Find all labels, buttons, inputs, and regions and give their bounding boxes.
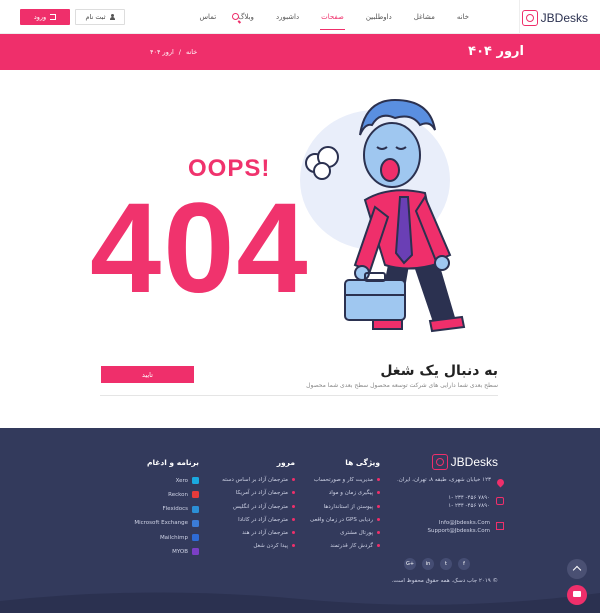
top-header: JBDesks خانه مشاغل داوطلبین صفحات داشبور…: [0, 0, 600, 34]
phone-1[interactable]: ۷۸۹۰ ۴۵۶- ۲۳۴ -۱: [448, 495, 490, 501]
nav-jobs[interactable]: مشاغل: [403, 9, 446, 25]
breadcrumb-current: ارور ۴۰۴: [150, 48, 174, 56]
phone-icon: [496, 497, 504, 505]
features-link[interactable]: گردش کار قدرتمند: [310, 543, 380, 549]
footer-logo-text: JBDesks: [450, 455, 498, 469]
login-button[interactable]: ورود: [20, 9, 70, 25]
login-label: ورود: [33, 13, 47, 21]
page-title-band: ارور ۴۰۴ خانه / ارور ۴۰۴: [0, 34, 600, 70]
apps-title: برنامه و ادغام: [146, 458, 199, 467]
scroll-to-top-button[interactable]: [567, 559, 587, 579]
footer-emails: Info@Jbdesks.Com Support@Jbdesks.Com: [389, 520, 504, 536]
error-illustration: OOPS! 404: [90, 85, 470, 340]
features-link[interactable]: پیوستن از استانداردها: [310, 504, 380, 510]
browse-link[interactable]: پیدا کردن شغل: [222, 543, 295, 549]
app-link-myob[interactable]: MYOB: [134, 548, 199, 556]
browse-link[interactable]: مترجمان آزاد در هند: [222, 530, 295, 536]
job-search-button[interactable]: تایید: [101, 366, 194, 383]
breadcrumb-separator: /: [178, 48, 181, 56]
facebook-icon[interactable]: f: [458, 558, 470, 570]
logo-text: JBDesks: [540, 11, 588, 25]
footer-features-column: ویژگی ها مدیریت کار و صورتحساب پیگیری زم…: [310, 458, 380, 557]
header-divider: [519, 0, 520, 34]
myob-icon: [192, 548, 199, 556]
register-button[interactable]: ثبت نام: [75, 9, 125, 25]
footer-browse-column: مرور مترجمان آزاد بر اساس دسته مترجمان آ…: [222, 458, 295, 557]
phone-2[interactable]: ۷۸۹۰ ۴۵۶- ۲۳۴ -۱: [448, 503, 490, 509]
twitter-icon[interactable]: t: [440, 558, 452, 570]
chat-button[interactable]: [567, 585, 587, 605]
footer-wave: [0, 592, 600, 613]
features-link[interactable]: ردیابی GPS در زمان واقعی: [310, 517, 380, 523]
site-footer: JBDesks ۱۲۳ خیابان شهری، طبقه ۸، تهران، …: [0, 428, 600, 613]
search-icon[interactable]: [232, 13, 239, 20]
browse-link[interactable]: مترجمان آزاد در کانادا: [222, 517, 295, 523]
register-label: ثبت نام: [85, 13, 106, 21]
email-support[interactable]: Support@Jbdesks.Com: [428, 528, 490, 534]
login-icon: [50, 14, 57, 20]
job-search-divider: [100, 395, 498, 396]
footer-phones: ۷۸۹۰ ۴۵۶- ۲۳۴ -۱ ۷۸۹۰ ۴۵۶- ۲۳۴ -۱: [389, 495, 504, 511]
page-title: ارور ۴۰۴: [468, 44, 524, 59]
mailchimp-icon: [192, 534, 199, 542]
nav-contact[interactable]: تماس: [188, 9, 227, 25]
email-info[interactable]: Info@Jbdesks.Com: [439, 520, 490, 526]
features-link[interactable]: پیگیری زمان و مواد: [310, 490, 380, 496]
app-link-mailchimp[interactable]: Mailchimp: [134, 534, 199, 542]
nav-pages[interactable]: صفحات: [310, 9, 355, 30]
app-link-reckon[interactable]: Reckon: [134, 491, 199, 499]
breadcrumb-home[interactable]: خانه: [186, 48, 197, 56]
job-search-title: به دنبال یک شغل: [380, 363, 498, 379]
footer-contact: ۱۲۳ خیابان شهری، طبقه ۸، تهران، ایران. ۷…: [389, 477, 506, 545]
reckon-icon: [192, 491, 199, 499]
map-pin-icon: [495, 477, 506, 488]
xero-icon: [192, 477, 199, 484]
features-link[interactable]: پورتال مشتری: [310, 530, 380, 536]
footer-logo[interactable]: JBDesks: [431, 454, 498, 470]
user-icon: [109, 14, 115, 20]
site-logo[interactable]: JBDesks: [521, 8, 588, 28]
address-text: ۱۲۳ خیابان شهری، طبقه ۸، تهران، ایران.: [397, 477, 491, 483]
browse-link[interactable]: مترجمان آزاد در انگلیس: [222, 504, 295, 510]
browse-title: مرور: [276, 458, 295, 467]
social-links: G+ in t f: [404, 558, 470, 570]
linkedin-icon[interactable]: in: [422, 558, 434, 570]
nav-home[interactable]: خانه: [446, 9, 480, 25]
features-title: ویژگی ها: [345, 458, 380, 467]
features-link[interactable]: مدیریت کار و صورتحساب: [310, 477, 380, 483]
app-link-flexidocs[interactable]: Flexidocs: [134, 505, 199, 513]
breadcrumb: خانه / ارور ۴۰۴: [150, 48, 197, 56]
app-link-xero[interactable]: Xero: [134, 477, 199, 484]
error-code-404: 404: [90, 177, 310, 320]
google-plus-icon[interactable]: G+: [404, 558, 416, 570]
nav-dashboard[interactable]: داشبورد: [265, 9, 310, 25]
job-search-description: سطح بعدی شما دارایی های شرکت توسعه محصول…: [306, 382, 498, 389]
mail-icon: [496, 521, 504, 530]
exchange-icon: [192, 519, 199, 527]
flexidocs-icon: [192, 505, 199, 513]
browse-link[interactable]: مترجمان آزاد بر اساس دسته: [222, 477, 295, 483]
browse-link[interactable]: مترجمان آزاد در آمریکا: [222, 490, 295, 496]
nav-candidates[interactable]: داوطلبین: [355, 9, 403, 25]
logo-icon: [521, 10, 538, 26]
footer-address: ۱۲۳ خیابان شهری، طبقه ۸، تهران، ایران.: [389, 477, 506, 488]
footer-logo-icon: [431, 454, 448, 470]
footer-apps-column: برنامه و ادغام Xero Reckon Flexidocs Mic…: [134, 458, 199, 563]
app-link-exchange[interactable]: Microsoft Exchange: [134, 519, 199, 527]
